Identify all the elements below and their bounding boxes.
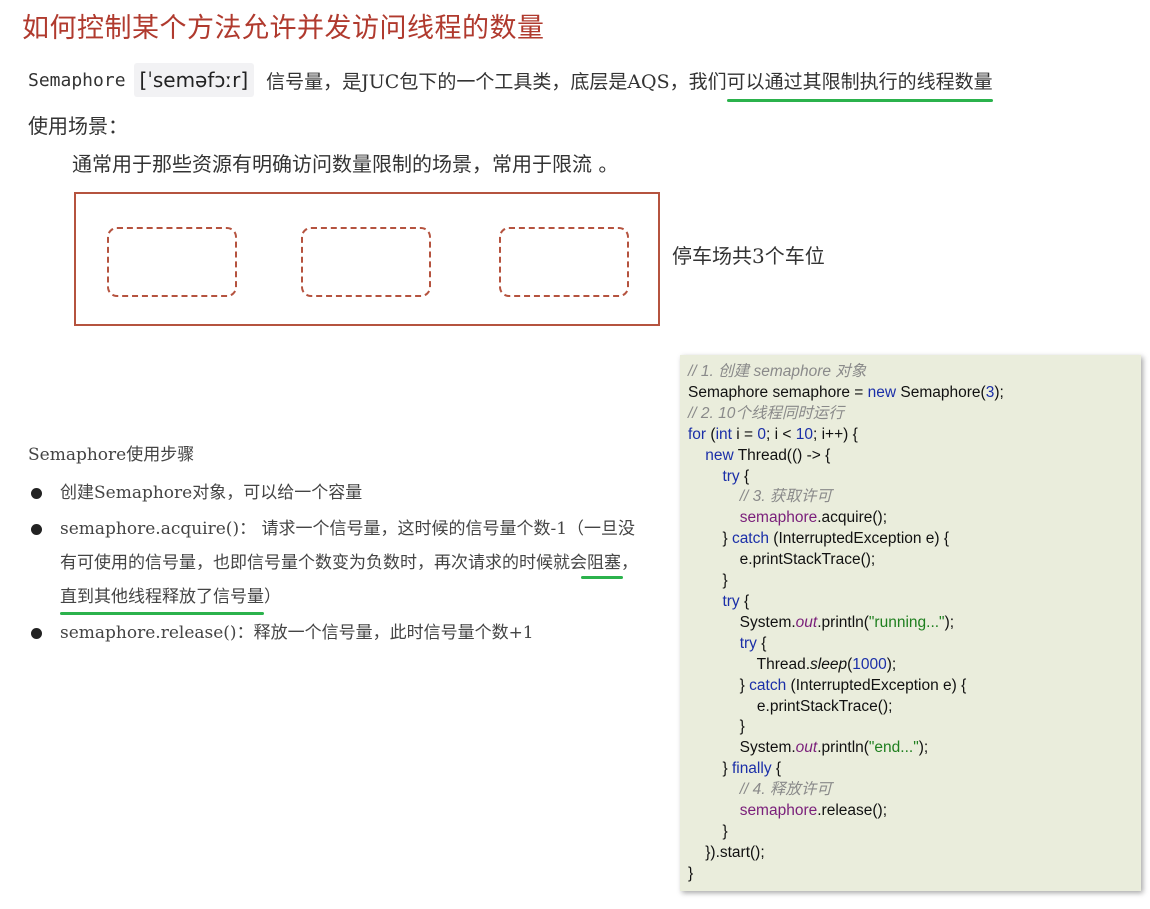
code-number: 3 xyxy=(985,383,995,401)
step-highlight-release: 直到其他线程释放了信号量 xyxy=(60,587,264,607)
parking-slot xyxy=(499,227,629,297)
parking-label: 停车场共3个车位 xyxy=(672,244,825,268)
code-comment: // 4. 释放许可 xyxy=(739,781,832,799)
step-text: 创建Semaphore对象，可以给一个容量 xyxy=(60,483,363,503)
parking-slot xyxy=(107,227,237,297)
code-comment: // 3. 获取许可 xyxy=(739,488,832,506)
step-text: semaphore.acquire()： 请求一个信号量，这时候的信号量个数-1… xyxy=(60,519,636,573)
steps-title: Semaphore使用步骤 xyxy=(28,445,195,465)
usage-label: 使用场景： xyxy=(28,114,128,138)
code-string: "running..." xyxy=(868,613,945,631)
intro-text: 信号量，是JUC包下的一个工具类，底层是AQS，我们 xyxy=(266,70,727,93)
intro-term: Semaphore xyxy=(28,69,126,91)
parking-slot xyxy=(301,227,431,297)
list-item: 创建Semaphore对象，可以给一个容量 xyxy=(28,476,648,510)
steps-list: 创建Semaphore对象，可以给一个容量 semaphore.acquire(… xyxy=(28,476,648,652)
code-number: 0 xyxy=(757,425,766,443)
intro-phonetic: [ˈseməfɔːr] xyxy=(133,63,255,97)
code-number: 1000 xyxy=(852,655,887,673)
code-string: "end..." xyxy=(868,739,919,757)
intro-highlight: 可以通过其限制执行的线程数量 xyxy=(726,67,993,102)
step-punct: ） xyxy=(264,587,281,607)
step-text: semaphore.release()：释放一个信号量，此时信号量个数+1 xyxy=(60,623,534,643)
code-number: 10 xyxy=(795,425,813,443)
page-title: 如何控制某个方法允许并发访问线程的数量 xyxy=(22,13,545,44)
intro-line: Semaphore [ˈseməfɔːr] 信号量，是JUC包下的一个工具类，底… xyxy=(28,62,993,102)
usage-text: 通常用于那些资源有明确访问数量限制的场景，常用于限流 。 xyxy=(72,152,619,176)
list-item: semaphore.release()：释放一个信号量，此时信号量个数+1 xyxy=(28,616,648,650)
code-comment: // 2. 10个线程同时运行 xyxy=(688,404,844,422)
step-punct: ， xyxy=(621,553,638,573)
parking-lot-diagram xyxy=(74,192,660,326)
list-item: semaphore.acquire()： 请求一个信号量，这时候的信号量个数-1… xyxy=(28,512,648,614)
code-block: // 1. 创建 semaphore 对象 Semaphore semaphor… xyxy=(680,355,1141,891)
code-comment: // 1. 创建 semaphore 对象 xyxy=(688,363,867,380)
step-highlight-block: 阻塞 xyxy=(587,553,621,573)
